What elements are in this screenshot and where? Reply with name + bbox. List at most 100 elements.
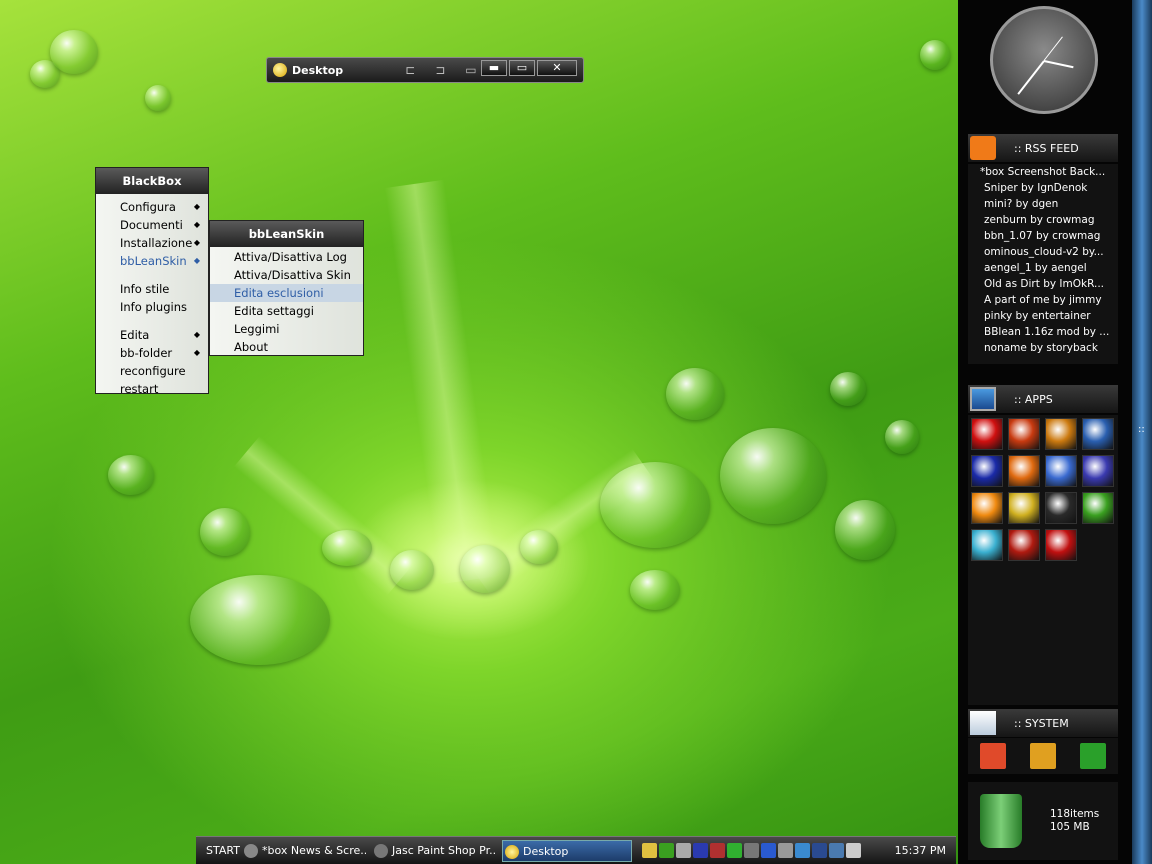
submenu-arrow-icon: ◆ xyxy=(193,330,200,339)
msn-icon[interactable] xyxy=(971,529,1003,561)
submenu-arrow-icon: ◆ xyxy=(193,202,200,211)
firefox-icon[interactable] xyxy=(1008,455,1040,487)
gallery-icon[interactable] xyxy=(1045,418,1077,450)
menu-item-attiva-skin[interactable]: Attiva/Disattiva Skin xyxy=(210,266,363,284)
meter-tray-icon[interactable] xyxy=(727,843,742,858)
close-button[interactable]: ✕ xyxy=(537,60,577,76)
film-icon[interactable] xyxy=(1082,455,1114,487)
taskbar-clock: 15:37 PM xyxy=(894,844,946,857)
filezilla-icon[interactable] xyxy=(1008,529,1040,561)
bbleanskin-submenu: bbLeanSkin Attiva/Disattiva Log Attiva/D… xyxy=(209,220,364,356)
menu-item-restart[interactable]: restart xyxy=(96,380,208,398)
clock-second-hand xyxy=(1043,36,1063,61)
task-button-box-news[interactable]: *box News & Scre... xyxy=(242,840,366,862)
blackbox-menu: BlackBox Configura ◆ Documenti ◆ Installaz… xyxy=(95,167,209,396)
menu-item-reconfigure[interactable]: reconfigure xyxy=(96,362,208,380)
rss-icon xyxy=(970,136,996,160)
rss-item[interactable]: A part of me by jimmy xyxy=(968,292,1118,308)
media-player-icon[interactable] xyxy=(1045,492,1077,524)
rss-item[interactable]: Old as Dirt by ImOkR... xyxy=(968,276,1118,292)
tray-icon[interactable] xyxy=(778,843,793,858)
maximize-button[interactable]: ▭ xyxy=(509,60,535,76)
bbleanskin-submenu-title: bbLeanSkin xyxy=(210,221,363,247)
menu-item-installazione[interactable]: Installazione ◆ xyxy=(96,234,208,252)
system-header: :: SYSTEM xyxy=(968,709,1118,737)
menu-item-configura[interactable]: Configura ◆ xyxy=(96,198,208,216)
paint-icon[interactable] xyxy=(1045,455,1077,487)
bug-tray-icon[interactable] xyxy=(710,843,725,858)
volume-tray-icon[interactable] xyxy=(846,843,861,858)
menu-item-about[interactable]: About xyxy=(210,338,363,356)
rss-item[interactable]: pinky by entertainer xyxy=(968,308,1118,324)
opera-icon[interactable] xyxy=(971,418,1003,450)
rss-item[interactable]: zenburn by crowmag xyxy=(968,212,1118,228)
apps-header: :: APPS xyxy=(968,385,1118,413)
rss-header-label: :: RSS FEED xyxy=(1014,141,1079,155)
network-tray-icon[interactable] xyxy=(829,843,844,858)
task-icon xyxy=(244,843,258,858)
rss-header: :: RSS FEED xyxy=(968,134,1118,162)
system-buttons xyxy=(968,738,1118,774)
apps-header-label: :: APPS xyxy=(1014,392,1053,406)
utorrent-tray-icon[interactable] xyxy=(659,843,674,858)
tray-icon[interactable] xyxy=(744,843,759,858)
tray-icon[interactable] xyxy=(642,843,657,858)
menu-item-info-plugins[interactable]: Info plugins xyxy=(96,298,208,316)
acdsee-icon[interactable] xyxy=(1045,529,1077,561)
winamp-icon[interactable] xyxy=(1008,418,1040,450)
power-icon[interactable] xyxy=(980,743,1006,769)
rss-item[interactable]: BBlean 1.16z mod by ... xyxy=(968,324,1118,340)
menu-item-bb-folder[interactable]: bb-folder ◆ xyxy=(96,344,208,362)
menu-item-edita-esclusioni[interactable]: Edita esclusioni xyxy=(210,284,363,302)
rss-item[interactable]: mini? by dgen xyxy=(968,196,1118,212)
blackbox-menu-title: BlackBox xyxy=(96,168,208,194)
recycle-bin-size: 105 MB xyxy=(1050,821,1090,833)
menu-item-attiva-log[interactable]: Attiva/Disattiva Log xyxy=(210,248,363,266)
eject-icon[interactable] xyxy=(1030,743,1056,769)
submenu-arrow-icon: ◆ xyxy=(193,348,200,357)
menu-item-edita[interactable]: Edita ◆ xyxy=(96,326,208,344)
bluetooth-tray-icon[interactable] xyxy=(761,843,776,858)
submenu-arrow-icon: ◆ xyxy=(193,256,200,265)
p-tray-icon[interactable] xyxy=(693,843,708,858)
rss-item[interactable]: bbn_1.07 by crowmag xyxy=(968,228,1118,244)
vlc-icon[interactable] xyxy=(971,492,1003,524)
menu-item-bbleanskin[interactable]: bbLeanSkin ◆ xyxy=(96,252,208,270)
thunderbird-icon[interactable] xyxy=(1082,418,1114,450)
7zip-icon[interactable] xyxy=(1008,492,1040,524)
task-button-paint-shop[interactable]: Jasc Paint Shop Pr... xyxy=(372,840,496,862)
task-button-desktop[interactable]: Desktop xyxy=(502,839,632,862)
recycle-bin[interactable]: 118items 105 MB xyxy=(968,782,1118,860)
menu-item-edita-settaggi[interactable]: Edita settaggi xyxy=(210,302,363,320)
minimize-button[interactable]: ▬ xyxy=(481,60,507,76)
desktop-window-icon xyxy=(273,63,287,77)
submenu-arrow-icon: ◆ xyxy=(193,238,200,247)
system-tray xyxy=(642,843,861,858)
monitor-icon xyxy=(970,387,996,411)
system-header-label: :: SYSTEM xyxy=(1014,716,1069,730)
desktop-task-icon xyxy=(505,844,519,859)
menu-item-leggimi[interactable]: Leggimi xyxy=(210,320,363,338)
desktop-window[interactable]: Desktop ⊏⊐▭ ▬ ▭ ✕ xyxy=(266,57,584,83)
tray-icon[interactable] xyxy=(795,843,810,858)
restart-icon[interactable] xyxy=(1080,743,1106,769)
wallpaper xyxy=(0,0,958,864)
messenger-m-icon[interactable] xyxy=(971,455,1003,487)
rss-item[interactable]: Sniper by IgnDenok xyxy=(968,180,1118,196)
utorrent-icon[interactable] xyxy=(1082,492,1114,524)
menu-item-info-stile[interactable]: Info stile xyxy=(96,280,208,298)
start-button[interactable]: START xyxy=(196,844,242,857)
taskbar: START *box News & Scre... Jasc Paint Sho… xyxy=(196,836,956,864)
rss-item[interactable]: noname by storyback xyxy=(968,340,1118,356)
clock-minute-hand xyxy=(1017,60,1045,95)
kx-tray-icon[interactable] xyxy=(812,843,827,858)
menu-item-documenti[interactable]: Documenti ◆ xyxy=(96,216,208,234)
apps-grid xyxy=(968,415,1118,705)
rss-item[interactable]: ominous_cloud-v2 by... xyxy=(968,244,1118,260)
rss-item[interactable]: *box Screenshot Back... xyxy=(968,164,1118,180)
tray-icon[interactable] xyxy=(676,843,691,858)
rss-item[interactable]: aengel_1 by aengel xyxy=(968,260,1118,276)
clock-hour-hand xyxy=(1043,60,1074,69)
edge-bar[interactable]: :: xyxy=(1132,0,1152,864)
recycle-bin-count: 118items xyxy=(1050,808,1100,820)
